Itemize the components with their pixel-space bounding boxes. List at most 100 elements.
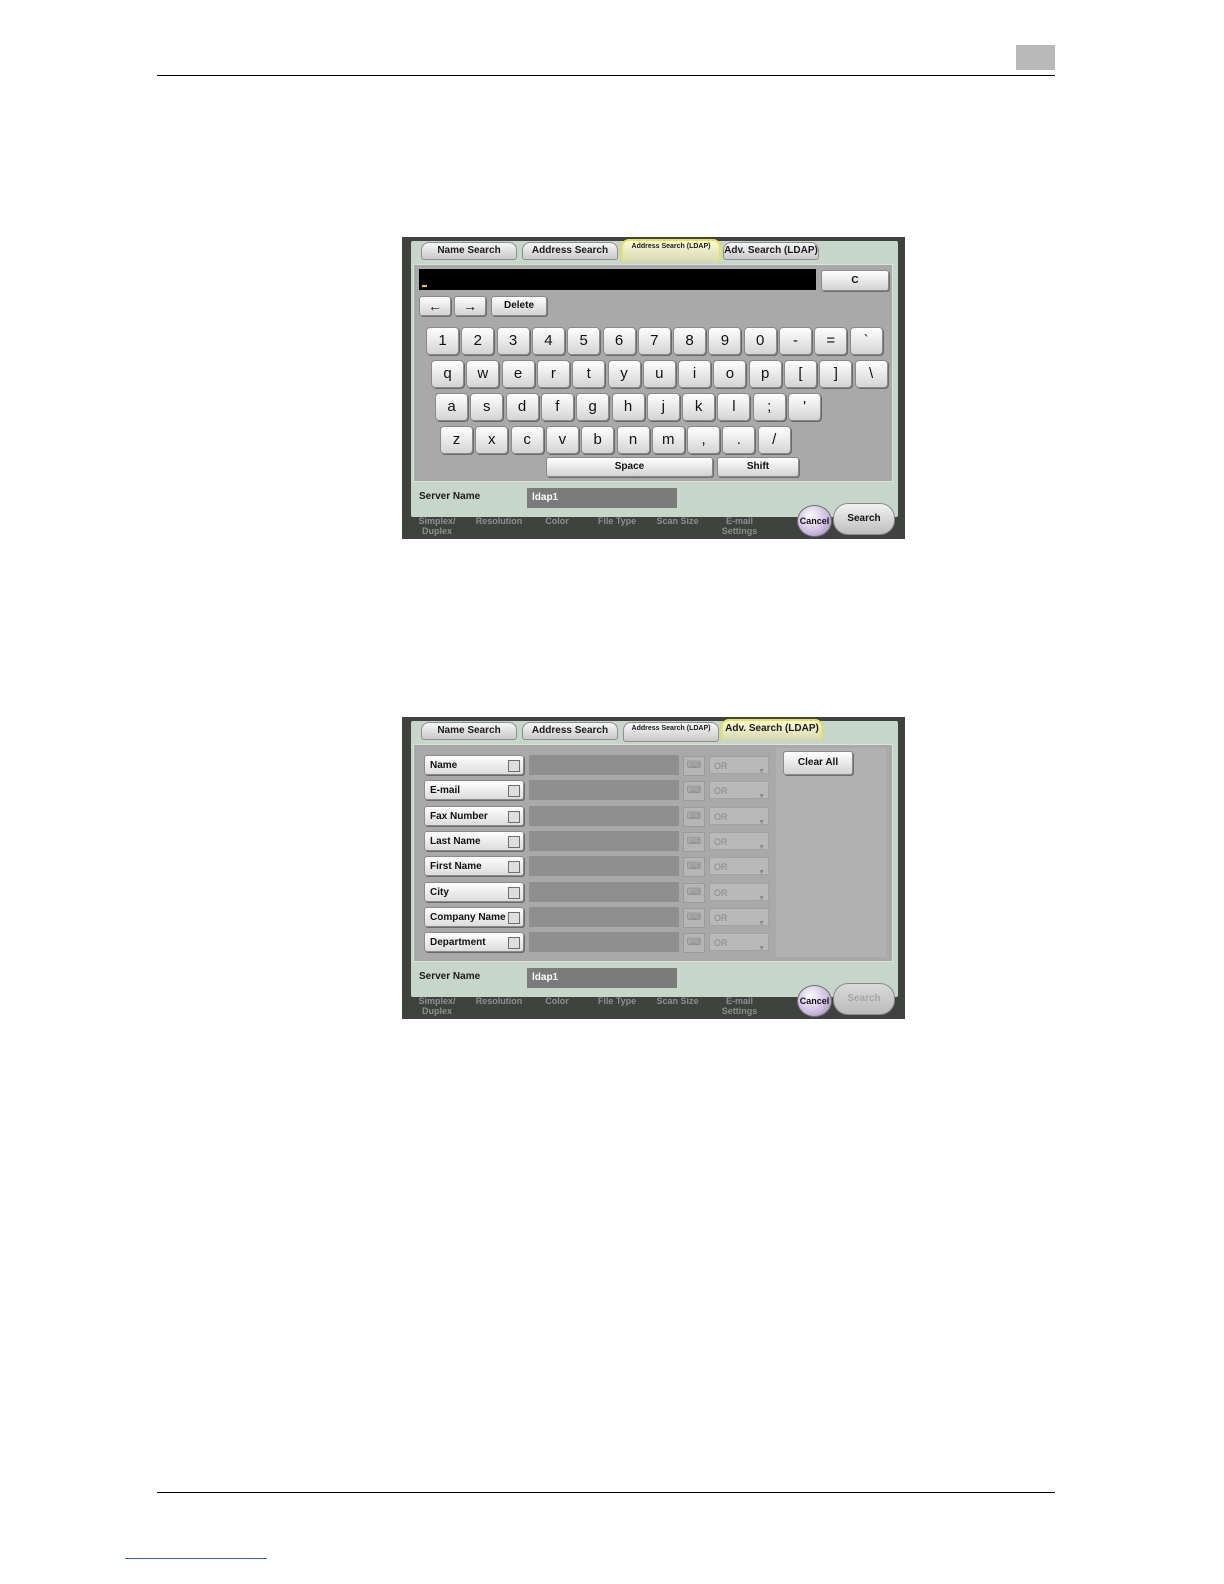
criteria-toggle-button[interactable]: Company Name [424, 906, 524, 927]
key-row1-5[interactable]: 6 [602, 327, 636, 355]
key-row2-12[interactable]: \ [854, 360, 888, 388]
criteria-toggle-button[interactable]: First Name [424, 856, 524, 877]
criteria-toggle-button[interactable]: Fax Number [424, 805, 524, 826]
key-row2-4[interactable]: t [572, 360, 606, 388]
key-row3-6[interactable]: j [646, 393, 680, 421]
criteria-toggle-button[interactable]: Last Name [424, 830, 524, 851]
keyboard-icon[interactable]: ⌨ [683, 907, 705, 928]
key-row2-11[interactable]: ] [819, 360, 853, 388]
key-row1-1[interactable]: 2 [461, 327, 495, 355]
key-row1-2[interactable]: 3 [496, 327, 530, 355]
criteria-input-field[interactable] [529, 755, 679, 775]
cursor-left-button[interactable]: ← [419, 296, 451, 316]
key-row1-11[interactable]: = [814, 327, 848, 355]
operator-select[interactable]: OR ▼ [709, 857, 769, 876]
delete-button[interactable]: Delete [491, 296, 547, 316]
criteria-checkbox[interactable] [508, 937, 520, 950]
key-row4-6[interactable]: m [651, 426, 685, 454]
key-row2-10[interactable]: [ [784, 360, 817, 388]
server-name-value[interactable]: ldap1 [527, 488, 677, 508]
cursor-right-button[interactable]: → [454, 296, 486, 316]
search-text-field[interactable] [419, 269, 816, 290]
key-row2-9[interactable]: p [748, 360, 782, 388]
keyboard-icon[interactable]: ⌨ [683, 933, 705, 954]
criteria-toggle-button[interactable]: Department [424, 932, 524, 953]
server-name-value[interactable]: ldap1 [527, 968, 677, 988]
criteria-input-field[interactable] [529, 856, 679, 877]
keyboard-icon[interactable]: ⌨ [683, 781, 705, 802]
criteria-input-field[interactable] [529, 906, 679, 927]
criteria-input-field[interactable] [529, 780, 679, 801]
criteria-checkbox[interactable] [508, 785, 520, 798]
key-row1-10[interactable]: - [779, 327, 812, 355]
key-row1-0[interactable]: 1 [426, 327, 459, 355]
criteria-input-field[interactable] [529, 932, 679, 953]
key-row3-2[interactable]: d [505, 393, 539, 421]
criteria-toggle-button[interactable]: City [424, 881, 524, 902]
key-row4-1[interactable]: x [475, 426, 509, 454]
key-row4-9[interactable]: / [757, 426, 791, 454]
criteria-checkbox[interactable] [508, 810, 520, 823]
criteria-toggle-button[interactable]: Name [424, 755, 524, 775]
key-row3-9[interactable]: ; [752, 393, 786, 421]
operator-select[interactable]: OR ▼ [709, 907, 769, 927]
criteria-checkbox[interactable] [508, 911, 520, 924]
tab-address-search[interactable]: Address Search [522, 722, 618, 740]
key-row3-8[interactable]: l [717, 393, 751, 421]
criteria-checkbox[interactable] [508, 861, 520, 874]
space-key[interactable]: Space [546, 457, 713, 477]
operator-select[interactable]: OR ▼ [709, 933, 769, 952]
key-row1-6[interactable]: 7 [637, 327, 671, 355]
key-row4-7[interactable]: , [687, 426, 721, 454]
search-button[interactable]: Search [833, 503, 895, 535]
criteria-input-field[interactable] [529, 805, 679, 826]
tab-name-search[interactable]: Name Search [421, 242, 517, 260]
criteria-checkbox[interactable] [508, 835, 520, 848]
keyboard-icon[interactable]: ⌨ [683, 806, 705, 827]
key-row2-7[interactable]: i [678, 360, 712, 388]
cancel-button[interactable]: Cancel [797, 505, 832, 537]
keyboard-icon[interactable]: ⌨ [683, 857, 705, 878]
key-row1-8[interactable]: 9 [708, 327, 742, 355]
key-row3-4[interactable]: g [576, 393, 610, 421]
tab-address-search[interactable]: Address Search [522, 242, 618, 260]
key-row2-0[interactable]: q [431, 360, 464, 388]
key-row2-3[interactable]: r [536, 360, 570, 388]
key-row4-2[interactable]: c [510, 426, 544, 454]
criteria-input-field[interactable] [529, 881, 679, 902]
keyboard-icon[interactable]: ⌨ [683, 756, 705, 776]
key-row4-8[interactable]: . [722, 426, 756, 454]
key-row1-3[interactable]: 4 [531, 327, 565, 355]
keyboard-icon[interactable]: ⌨ [683, 882, 705, 903]
key-row4-4[interactable]: b [581, 426, 615, 454]
tab-address-search-ldap[interactable]: Address Search (LDAP) [623, 722, 719, 742]
shift-key[interactable]: Shift [717, 457, 799, 477]
key-row4-0[interactable]: z [440, 426, 473, 454]
tab-adv-search-ldap[interactable]: Adv. Search (LDAP) [721, 719, 823, 740]
operator-select[interactable]: OR ▼ [709, 756, 769, 775]
key-row1-12[interactable]: ` [849, 327, 883, 355]
clear-button[interactable]: C [821, 270, 889, 291]
key-row2-2[interactable]: e [501, 360, 535, 388]
key-row2-5[interactable]: y [607, 360, 641, 388]
criteria-toggle-button[interactable]: E-mail [424, 780, 524, 801]
key-row3-5[interactable]: h [611, 393, 645, 421]
criteria-input-field[interactable] [529, 830, 679, 851]
key-row2-8[interactable]: o [713, 360, 747, 388]
criteria-checkbox[interactable] [508, 760, 520, 772]
clear-all-button[interactable]: Clear All [783, 751, 853, 775]
cancel-button[interactable]: Cancel [797, 985, 832, 1017]
key-row3-7[interactable]: k [682, 393, 716, 421]
tab-name-search[interactable]: Name Search [421, 722, 517, 740]
key-row4-5[interactable]: n [616, 426, 650, 454]
key-row1-7[interactable]: 8 [673, 327, 707, 355]
operator-select[interactable]: OR ▼ [709, 882, 769, 902]
search-button[interactable]: Search [833, 983, 895, 1015]
operator-select[interactable]: OR ▼ [709, 781, 769, 800]
tab-address-search-ldap[interactable]: Address Search (LDAP) [621, 239, 721, 262]
key-row4-3[interactable]: v [545, 426, 579, 454]
criteria-checkbox[interactable] [508, 886, 520, 899]
operator-select[interactable]: OR ▼ [709, 831, 769, 851]
key-row3-10[interactable]: ' [788, 393, 821, 421]
key-row3-3[interactable]: f [540, 393, 574, 421]
